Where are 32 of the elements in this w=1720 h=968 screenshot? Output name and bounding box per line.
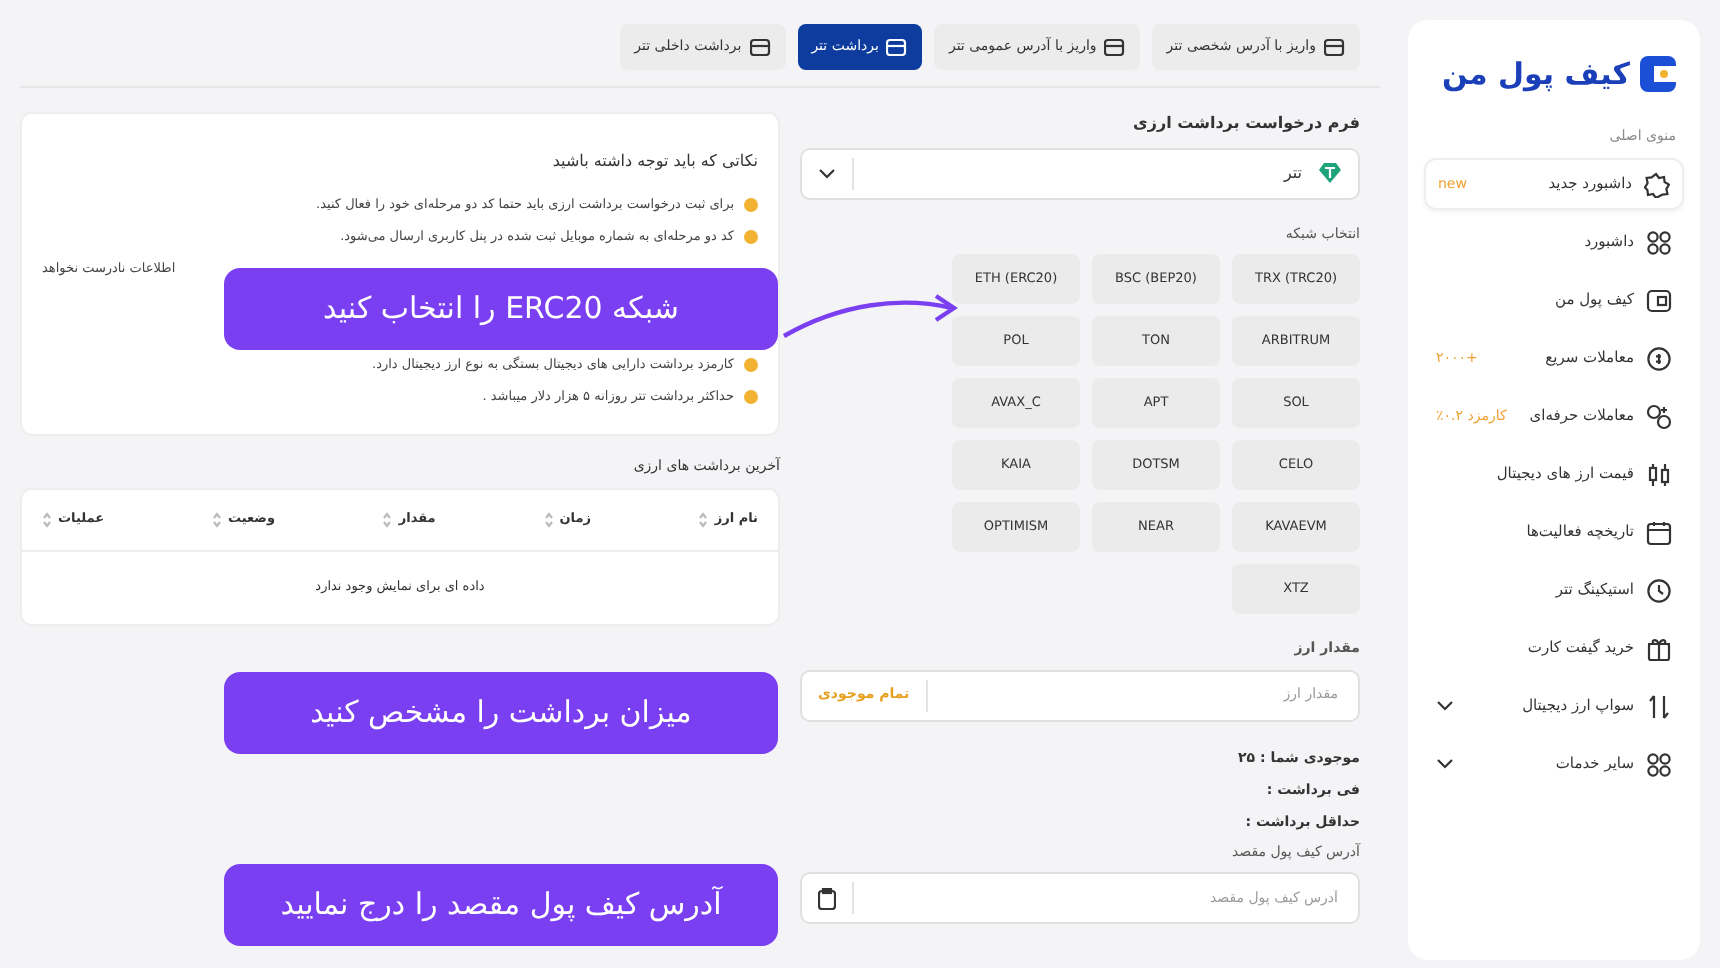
wallet-logo-icon — [1640, 56, 1676, 93]
bullet-dot — [744, 230, 758, 244]
bullet-dot — [744, 390, 758, 404]
clipboard-icon — [818, 887, 836, 909]
callout-label: میزان برداشت را مشخص کنید — [224, 672, 778, 754]
sort-icon — [382, 511, 393, 528]
grid-icon — [1646, 229, 1672, 255]
tether-icon — [1318, 162, 1342, 184]
coin-icon — [1646, 345, 1672, 371]
callout-label: آدرس کیف پول مقصد را درج نمایید — [224, 864, 778, 946]
currency-value: تتر — [1283, 161, 1302, 185]
calendar-icon — [1646, 519, 1672, 545]
clock-icon — [1646, 577, 1672, 603]
bullet-dot — [744, 358, 758, 372]
sort-icon — [42, 511, 52, 528]
badge-icon — [1644, 171, 1670, 197]
bullet-dot — [744, 198, 758, 212]
gift-icon — [1646, 635, 1672, 661]
grid-icon — [1646, 751, 1672, 777]
notes-title: نکاتی که باید توجه داشته باشید — [550, 149, 758, 173]
swap-icon — [1646, 693, 1672, 719]
sort-icon — [543, 511, 554, 528]
sort-icon — [698, 511, 709, 528]
callout-label: شبکه ERC20 را انتخاب کنید — [224, 268, 778, 350]
form-title: فرم درخواست برداشت ارزی — [1131, 111, 1360, 135]
candles-icon — [1646, 461, 1672, 487]
circles-icon — [1646, 403, 1672, 429]
logo-text: کیف پول من — [1442, 54, 1630, 96]
wallet-icon — [1646, 287, 1672, 313]
sort-icon — [211, 511, 222, 528]
chevron-down-icon — [818, 167, 836, 179]
currency-select[interactable]: تتر — [800, 147, 1360, 199]
